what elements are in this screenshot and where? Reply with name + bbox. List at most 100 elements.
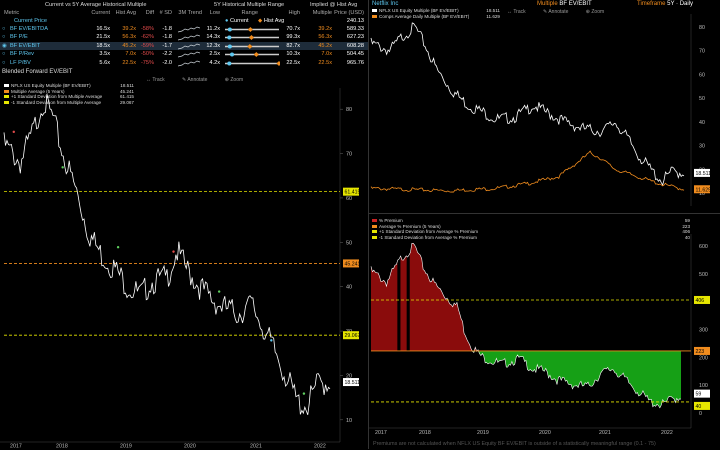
tag-comps-average: 11.629 — [696, 187, 712, 193]
right-top-panel: Netflix Inc Multiple BF EV/EBIT Timefram… — [369, 0, 720, 213]
comps-multiple-chart[interactable]: 807060504030201018.51111.629 — [369, 0, 720, 213]
row-implied-price: 965.76 — [346, 59, 364, 66]
y-tick-label: 60 — [699, 72, 705, 78]
row-hist-avg: 56.3x — [122, 34, 136, 41]
y-tick-label: 200 — [699, 355, 708, 361]
x-tick-label: 2019 — [477, 430, 489, 436]
row-high: 22.5x — [286, 59, 300, 66]
row-implied-price: 504.45 — [346, 51, 364, 58]
row-implied-multiple: 45.2x — [318, 42, 332, 49]
premium-above-average-area — [371, 243, 681, 351]
row-high: 99.3x — [286, 34, 300, 41]
range-bar — [225, 60, 280, 66]
header-diff: Diff — [145, 10, 154, 16]
left-multiple-chart[interactable]: 807060504030201061.41545.24129.06718.511… — [0, 68, 368, 449]
row-high: 82.7x — [286, 42, 300, 49]
row-low: 11.2x — [206, 26, 220, 32]
row-current: 18.5x — [96, 42, 110, 49]
table-row[interactable]: ○ LF P/BV 5.6x 22.5x -75% -2.0 4.2x 22.5x 22.5x 9… — [0, 59, 368, 67]
tag-plus-sd: 406 — [696, 298, 705, 304]
x-tick-label: 2020 — [539, 430, 551, 436]
x-tick-label: 2018 — [56, 444, 68, 450]
row-high: 10.3x — [286, 51, 300, 58]
row-select-radio[interactable]: ◉ — [2, 42, 7, 50]
row-select-radio[interactable]: ○ — [2, 59, 5, 67]
y-tick-label: 50 — [346, 240, 352, 246]
tag-average: 223 — [696, 349, 705, 355]
tag-plus-sd: 61.415 — [345, 190, 361, 196]
y-tick-label: 600 — [699, 244, 708, 250]
tag-minus-sd: 29.067 — [345, 333, 361, 339]
current-price-value: 240.13 — [346, 18, 364, 24]
row-implied-multiple: 7.0x — [321, 51, 332, 58]
x-tick-label: 2021 — [599, 430, 611, 436]
row-metric: BF P/E — [10, 34, 28, 41]
comparison-table: Current vs 5Y Average Historical Multipl… — [0, 0, 369, 68]
footnote: Premiums are not calculated when NFLX US… — [373, 441, 656, 447]
row-sd: -1.8 — [162, 34, 172, 41]
row-high: 70.7x — [286, 26, 300, 32]
event-marker — [217, 290, 221, 293]
multiple-line — [3, 94, 331, 416]
implied-title: Implied @ Hist Avg — [310, 2, 358, 8]
range-title: 5Y Historical Multiple Range — [214, 2, 285, 8]
row-select-radio[interactable]: ○ — [2, 25, 5, 33]
table-row[interactable]: ◉ BF EV/EBIT 18.5x 45.2x -59% -1.7 12.3x 82.7x 4… — [0, 41, 368, 50]
row-hist-avg: 7.0x — [125, 51, 136, 58]
hist-avg-marker — [248, 35, 255, 41]
header-hist-avg: Hist Avg — [115, 10, 136, 16]
event-marker — [12, 130, 15, 134]
range-bar — [225, 43, 279, 49]
row-hist-avg: 39.2x — [122, 26, 136, 32]
row-implied-multiple: 39.2x — [318, 26, 332, 32]
row-low: 2.5x — [209, 51, 220, 58]
table-row[interactable]: ○ BF P/Rev 3.5x 7.0x -50% -2.2 2.5x 10.3x 7.0x 50… — [0, 50, 368, 58]
current-marker — [227, 61, 232, 66]
y-tick-label: 30 — [699, 144, 705, 150]
hist-avg-marker — [247, 43, 253, 49]
table-row[interactable]: ○ BF P/E 21.5x 56.3x -62% -1.8 14.3x 99.3x 56.3x… — [0, 33, 368, 41]
tag-average: 45.241 — [345, 261, 361, 267]
row-diff: -75% — [140, 59, 154, 66]
premium-chart[interactable]: 6005004003002001000406223594020172018201… — [369, 214, 720, 450]
range-bar — [225, 26, 279, 33]
y-tick-label: 60 — [346, 196, 352, 202]
legend-hist: ◆ Hist Avg — [258, 18, 285, 24]
x-tick-label: 2017 — [10, 444, 22, 450]
event-marker — [61, 166, 64, 169]
row-metric: BF EV/EBITDA — [10, 26, 48, 32]
row-diff: -50% — [140, 51, 154, 58]
left-chart-panel: Blended Forward EV/EBIT ↔ Track ✎ Annota… — [0, 68, 369, 449]
row-current: 5.6x — [99, 59, 110, 66]
header-metric: Metric — [4, 10, 20, 16]
x-tick-label: 2021 — [250, 444, 262, 450]
current-marker — [227, 27, 232, 32]
row-select-radio[interactable]: ○ — [2, 50, 5, 58]
trend-sparkline — [178, 35, 200, 41]
row-implied-multiple: 56.3x — [318, 34, 332, 41]
row-sd: -1.8 — [162, 26, 172, 32]
trend-sparkline — [178, 51, 200, 58]
header-multiple: Multiple — [312, 10, 332, 16]
table-row[interactable]: ○ BF EV/EBITDA 16.5x 39.2x -58% -1.8 11.2x 70.7… — [0, 25, 368, 33]
current-marker — [227, 44, 232, 49]
comps-average-line — [370, 150, 685, 193]
row-diff: -62% — [140, 34, 154, 41]
tag-current: 59 — [696, 392, 702, 398]
y-tick-label: 80 — [346, 107, 352, 113]
hist-avg-marker — [253, 52, 259, 58]
hist-avg-marker — [247, 26, 253, 33]
x-tick-label: 2022 — [661, 430, 673, 436]
row-select-radio[interactable]: ○ — [2, 33, 5, 41]
row-hist-avg: 22.5x — [122, 59, 136, 66]
y-tick-label: 70 — [699, 49, 705, 55]
trend-sparkline — [178, 60, 200, 66]
row-sd: -2.0 — [162, 59, 172, 66]
row-current: 16.5x — [96, 26, 110, 32]
range-bar — [225, 35, 279, 41]
y-tick-label: 500 — [699, 272, 708, 278]
tag-minus-sd: 40 — [696, 404, 702, 410]
y-tick-label: 50 — [699, 96, 705, 102]
row-metric: BF P/Rev — [10, 51, 34, 58]
event-marker — [116, 245, 120, 249]
